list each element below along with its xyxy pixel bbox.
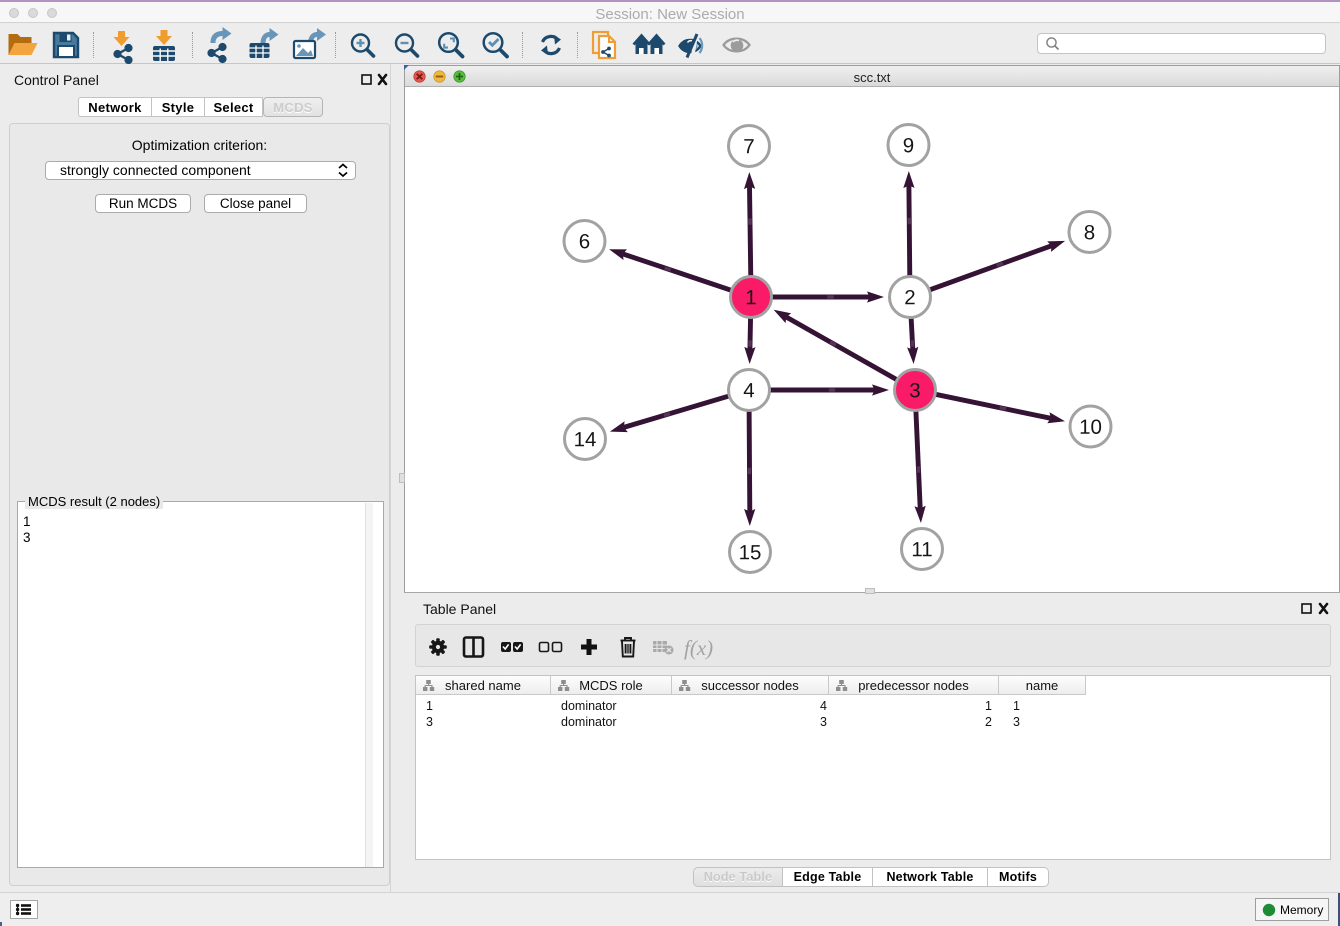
svg-text:14: 14 [574, 428, 597, 451]
svg-text:2: 2 [904, 286, 915, 309]
svg-text:6: 6 [579, 230, 590, 253]
svg-text:9: 9 [903, 134, 914, 157]
svg-text:3: 3 [909, 379, 920, 402]
svg-text:1: 1 [745, 286, 756, 309]
svg-text:15: 15 [739, 541, 762, 564]
svg-text:8: 8 [1084, 221, 1095, 244]
svg-text:f(x): f(x) [684, 636, 713, 660]
svg-text:10: 10 [1079, 416, 1102, 439]
svg-text:11: 11 [911, 538, 932, 561]
svg-text:4: 4 [743, 379, 754, 402]
svg-text:7: 7 [743, 135, 754, 158]
